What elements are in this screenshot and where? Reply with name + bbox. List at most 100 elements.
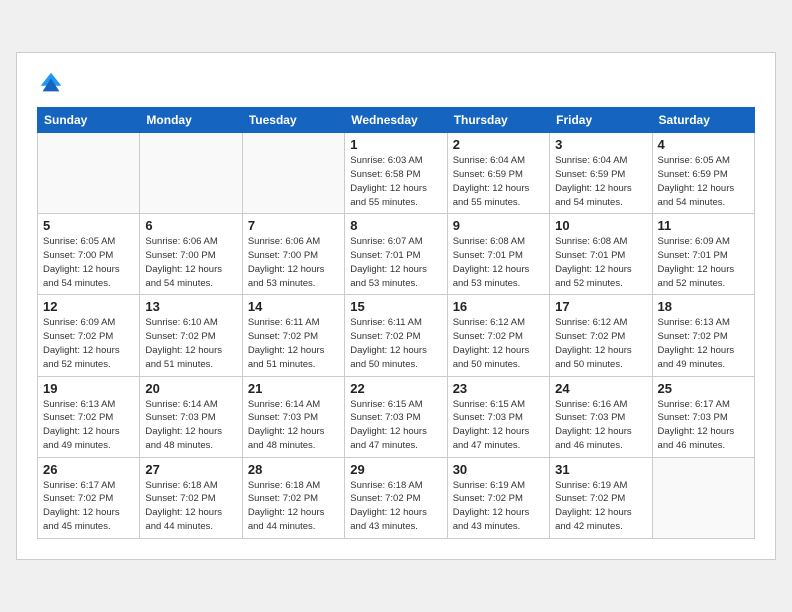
weekday-header-saturday: Saturday (652, 108, 754, 133)
calendar-cell: 5Sunrise: 6:05 AM Sunset: 7:00 PM Daylig… (38, 214, 140, 295)
calendar-cell: 25 Sunrise: 6:17 AM Sunset: 7:03 PM Dayli… (652, 376, 754, 457)
calendar-grid: SundayMondayTuesdayWednesdayThursdayFrid… (37, 107, 755, 538)
header-section (37, 69, 755, 97)
day-number: 28 (248, 462, 339, 477)
day-info: Sunrise: 6:08 AM Sunset: 7:01 PM Dayligh… (555, 235, 646, 290)
weekday-header-thursday: Thursday (447, 108, 549, 133)
calendar-cell: 1 Sunrise: 6:03 AM Sunset: 6:58 PM Daylig… (345, 133, 447, 214)
day-info: Sunrise: 6:09 AM Sunset: 7:01 PM Dayligh… (658, 235, 749, 290)
day-number: 20 (145, 381, 236, 396)
day-number: 27 (145, 462, 236, 477)
calendar-week-row: 19 Sunrise: 6:13 AM Sunset: 7:02 PM Dayli… (38, 376, 755, 457)
day-number: 4 (658, 137, 749, 152)
day-info: Sunrise: 6:09 AM Sunset: 7:02 PM Dayligh… (43, 316, 134, 371)
weekday-header-tuesday: Tuesday (242, 108, 344, 133)
day-number: 18 (658, 299, 749, 314)
day-info: Sunrise: 6:03 AM Sunset: 6:58 PM Dayligh… (350, 154, 441, 209)
day-number: 7 (248, 218, 339, 233)
day-info: Sunrise: 6:10 AM Sunset: 7:02 PM Dayligh… (145, 316, 236, 371)
day-info: Sunrise: 6:15 AM Sunset: 7:03 PM Dayligh… (453, 398, 544, 453)
day-number: 22 (350, 381, 441, 396)
calendar-cell: 11Sunrise: 6:09 AM Sunset: 7:01 PM Dayli… (652, 214, 754, 295)
weekday-header-friday: Friday (550, 108, 652, 133)
day-number: 21 (248, 381, 339, 396)
day-info: Sunrise: 6:08 AM Sunset: 7:01 PM Dayligh… (453, 235, 544, 290)
day-number: 29 (350, 462, 441, 477)
day-info: Sunrise: 6:14 AM Sunset: 7:03 PM Dayligh… (145, 398, 236, 453)
calendar-cell: 18 Sunrise: 6:13 AM Sunset: 7:02 PM Dayli… (652, 295, 754, 376)
day-number: 13 (145, 299, 236, 314)
day-number: 3 (555, 137, 646, 152)
calendar-cell: 7 Sunrise: 6:06 AM Sunset: 7:00 PM Daylig… (242, 214, 344, 295)
day-number: 31 (555, 462, 646, 477)
calendar-cell: 14 Sunrise: 6:11 AM Sunset: 7:02 PM Dayli… (242, 295, 344, 376)
calendar-cell: 21 Sunrise: 6:14 AM Sunset: 7:03 PM Dayli… (242, 376, 344, 457)
calendar-cell (242, 133, 344, 214)
day-info: Sunrise: 6:18 AM Sunset: 7:02 PM Dayligh… (350, 479, 441, 534)
day-number: 25 (658, 381, 749, 396)
calendar-cell: 9 Sunrise: 6:08 AM Sunset: 7:01 PM Daylig… (447, 214, 549, 295)
day-info: Sunrise: 6:11 AM Sunset: 7:02 PM Dayligh… (248, 316, 339, 371)
day-info: Sunrise: 6:16 AM Sunset: 7:03 PM Dayligh… (555, 398, 646, 453)
calendar-cell: 23Sunrise: 6:15 AM Sunset: 7:03 PM Dayli… (447, 376, 549, 457)
day-info: Sunrise: 6:06 AM Sunset: 7:00 PM Dayligh… (145, 235, 236, 290)
calendar-cell: 16 Sunrise: 6:12 AM Sunset: 7:02 PM Dayli… (447, 295, 549, 376)
day-number: 24 (555, 381, 646, 396)
day-info: Sunrise: 6:12 AM Sunset: 7:02 PM Dayligh… (555, 316, 646, 371)
day-info: Sunrise: 6:13 AM Sunset: 7:02 PM Dayligh… (658, 316, 749, 371)
weekday-header-row: SundayMondayTuesdayWednesdayThursdayFrid… (38, 108, 755, 133)
calendar-container: SundayMondayTuesdayWednesdayThursdayFrid… (16, 52, 776, 559)
day-number: 17 (555, 299, 646, 314)
day-info: Sunrise: 6:12 AM Sunset: 7:02 PM Dayligh… (453, 316, 544, 371)
calendar-cell: 26 Sunrise: 6:17 AM Sunset: 7:02 PM Dayli… (38, 457, 140, 538)
day-number: 6 (145, 218, 236, 233)
calendar-week-row: 12 Sunrise: 6:09 AM Sunset: 7:02 PM Dayli… (38, 295, 755, 376)
calendar-week-row: 5Sunrise: 6:05 AM Sunset: 7:00 PM Daylig… (38, 214, 755, 295)
day-number: 9 (453, 218, 544, 233)
day-number: 16 (453, 299, 544, 314)
calendar-cell: 29 Sunrise: 6:18 AM Sunset: 7:02 PM Dayli… (345, 457, 447, 538)
day-info: Sunrise: 6:17 AM Sunset: 7:03 PM Dayligh… (658, 398, 749, 453)
day-number: 19 (43, 381, 134, 396)
day-number: 15 (350, 299, 441, 314)
day-number: 26 (43, 462, 134, 477)
day-info: Sunrise: 6:04 AM Sunset: 6:59 PM Dayligh… (555, 154, 646, 209)
day-info: Sunrise: 6:17 AM Sunset: 7:02 PM Dayligh… (43, 479, 134, 534)
day-info: Sunrise: 6:19 AM Sunset: 7:02 PM Dayligh… (555, 479, 646, 534)
calendar-cell: 12 Sunrise: 6:09 AM Sunset: 7:02 PM Dayli… (38, 295, 140, 376)
calendar-cell: 24 Sunrise: 6:16 AM Sunset: 7:03 PM Dayli… (550, 376, 652, 457)
calendar-week-row: 1 Sunrise: 6:03 AM Sunset: 6:58 PM Daylig… (38, 133, 755, 214)
day-info: Sunrise: 6:11 AM Sunset: 7:02 PM Dayligh… (350, 316, 441, 371)
day-info: Sunrise: 6:13 AM Sunset: 7:02 PM Dayligh… (43, 398, 134, 453)
day-number: 30 (453, 462, 544, 477)
day-number: 14 (248, 299, 339, 314)
calendar-cell: 28 Sunrise: 6:18 AM Sunset: 7:02 PM Dayli… (242, 457, 344, 538)
weekday-header-monday: Monday (140, 108, 242, 133)
day-number: 1 (350, 137, 441, 152)
calendar-cell: 22 Sunrise: 6:15 AM Sunset: 7:03 PM Dayli… (345, 376, 447, 457)
calendar-cell (140, 133, 242, 214)
calendar-cell: 20 Sunrise: 6:14 AM Sunset: 7:03 PM Dayli… (140, 376, 242, 457)
day-info: Sunrise: 6:18 AM Sunset: 7:02 PM Dayligh… (248, 479, 339, 534)
day-info: Sunrise: 6:18 AM Sunset: 7:02 PM Dayligh… (145, 479, 236, 534)
calendar-cell: 8Sunrise: 6:07 AM Sunset: 7:01 PM Daylig… (345, 214, 447, 295)
calendar-week-row: 26 Sunrise: 6:17 AM Sunset: 7:02 PM Dayli… (38, 457, 755, 538)
calendar-cell: 2Sunrise: 6:04 AM Sunset: 6:59 PM Daylig… (447, 133, 549, 214)
day-number: 12 (43, 299, 134, 314)
day-info: Sunrise: 6:15 AM Sunset: 7:03 PM Dayligh… (350, 398, 441, 453)
day-info: Sunrise: 6:05 AM Sunset: 6:59 PM Dayligh… (658, 154, 749, 209)
day-number: 10 (555, 218, 646, 233)
calendar-cell: 27 Sunrise: 6:18 AM Sunset: 7:02 PM Dayli… (140, 457, 242, 538)
calendar-cell: 13 Sunrise: 6:10 AM Sunset: 7:02 PM Dayli… (140, 295, 242, 376)
calendar-cell: 17 Sunrise: 6:12 AM Sunset: 7:02 PM Dayli… (550, 295, 652, 376)
weekday-header-sunday: Sunday (38, 108, 140, 133)
calendar-cell (38, 133, 140, 214)
logo (37, 69, 69, 97)
calendar-cell: 30Sunrise: 6:19 AM Sunset: 7:02 PM Dayli… (447, 457, 549, 538)
calendar-cell: 15 Sunrise: 6:11 AM Sunset: 7:02 PM Dayli… (345, 295, 447, 376)
day-info: Sunrise: 6:06 AM Sunset: 7:00 PM Dayligh… (248, 235, 339, 290)
day-info: Sunrise: 6:14 AM Sunset: 7:03 PM Dayligh… (248, 398, 339, 453)
day-number: 8 (350, 218, 441, 233)
weekday-header-wednesday: Wednesday (345, 108, 447, 133)
day-info: Sunrise: 6:05 AM Sunset: 7:00 PM Dayligh… (43, 235, 134, 290)
